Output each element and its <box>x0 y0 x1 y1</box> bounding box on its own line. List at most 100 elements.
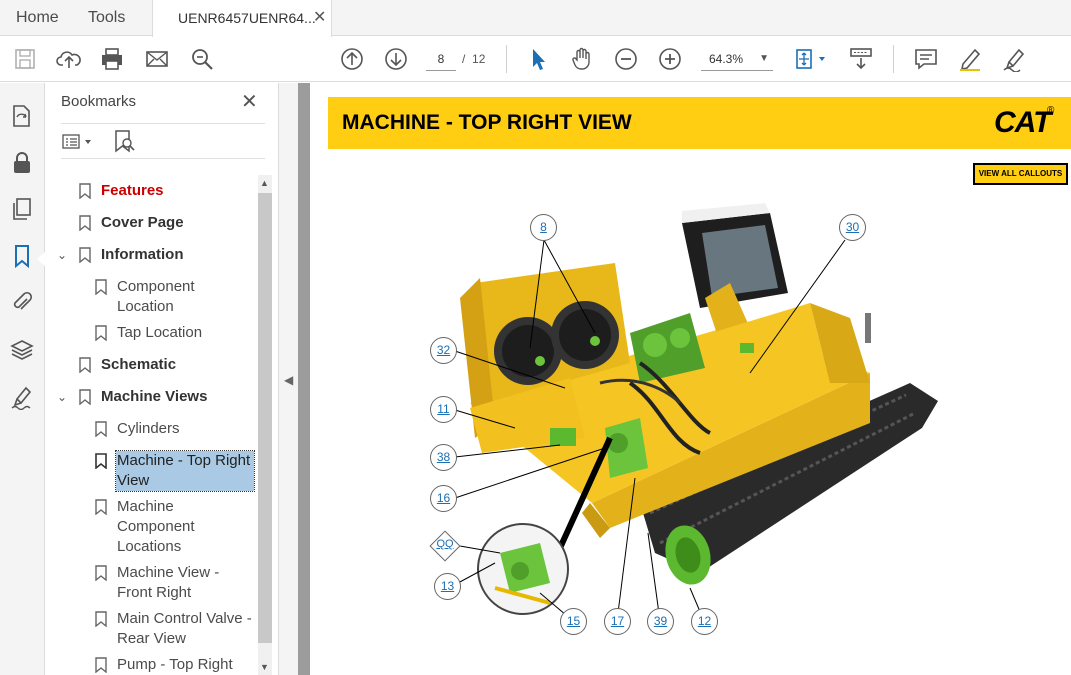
bookmark-label: Machine Component Locations <box>117 498 195 555</box>
previous-page-icon[interactable] <box>339 46 365 72</box>
toolbar-divider <box>893 45 894 73</box>
callout-38[interactable]: 38 <box>430 444 457 471</box>
fit-page-icon[interactable] <box>791 46 831 72</box>
bookmark-icon <box>79 183 91 199</box>
bookmark-icon <box>95 453 107 469</box>
next-page-icon[interactable] <box>383 46 409 72</box>
bookmark-main-control-valve-rear-view[interactable]: Main Control Valve - Rear View <box>91 609 257 651</box>
add-bookmark-icon[interactable] <box>111 128 137 154</box>
signatures-icon[interactable] <box>9 384 35 411</box>
chevron-down-icon[interactable]: ⌄ <box>57 245 67 265</box>
callout-11[interactable]: 11 <box>430 396 457 423</box>
bookmark-icon <box>95 499 107 515</box>
page-total: / 12 <box>462 52 486 66</box>
bookmark-cover-page[interactable]: Cover Page <box>75 213 255 235</box>
highlight-pen-icon[interactable] <box>957 46 983 72</box>
bookmark-icon <box>79 389 91 405</box>
bookmark-pump-top-right[interactable]: Pump - Top Right <box>91 655 257 675</box>
bookmark-icon <box>79 247 91 263</box>
callout-16[interactable]: 16 <box>430 485 457 512</box>
bookmark-label: Machine View - Front Right <box>117 564 220 601</box>
panel-splitter[interactable]: ◀ <box>278 83 298 675</box>
close-panel-icon[interactable]: ✕ <box>241 92 258 112</box>
bookmark-icon <box>95 565 107 581</box>
bookmark-machine-view-front-right[interactable]: Machine View - Front Right <box>91 563 251 605</box>
tab-bar: Home Tools UENR6457UENR64... ✕ <box>0 0 1071 37</box>
bookmark-component-location[interactable]: Component Location <box>91 277 251 319</box>
zoom-in-icon[interactable] <box>657 46 683 72</box>
side-icon-rail <box>0 83 46 675</box>
document-tab[interactable]: UENR6457UENR64... ✕ <box>152 0 332 37</box>
scroll-thumb[interactable] <box>258 193 272 643</box>
bookmark-label: Tap Location <box>117 324 203 341</box>
bookmark-icon <box>95 279 107 295</box>
chevron-down-icon: ▼ <box>759 53 769 64</box>
bookmark-label: Features <box>101 182 164 199</box>
zoom-out-icon[interactable] <box>613 46 639 72</box>
bookmark-icon[interactable] <box>9 243 35 269</box>
main-toolbar: 8 / 12 64.3% ▼ <box>0 37 1071 82</box>
save-icon[interactable] <box>12 46 38 72</box>
bookmark-machine-views[interactable]: ⌄ Machine Views <box>55 387 255 409</box>
bookmark-options-button[interactable] <box>61 130 97 154</box>
bookmark-icon <box>95 657 107 673</box>
scroll-up-icon[interactable]: ▲ <box>260 178 269 188</box>
paperclip-icon[interactable] <box>9 289 35 315</box>
bookmark-icon <box>95 421 107 437</box>
callout-12[interactable]: 12 <box>691 608 718 635</box>
callout-8[interactable]: 8 <box>530 214 557 241</box>
hand-tool-icon[interactable] <box>569 46 595 72</box>
scroll-mode-icon[interactable] <box>848 46 874 72</box>
bookmark-label: Cylinders <box>117 420 180 437</box>
lock-icon[interactable] <box>9 150 35 176</box>
callout-13[interactable]: 13 <box>434 573 461 600</box>
bookmark-tree: Features Cover Page ⌄ Information Compon… <box>45 175 258 675</box>
bookmark-label: Cover Page <box>101 214 184 231</box>
bookmark-icon <box>79 357 91 373</box>
callout-30[interactable]: 30 <box>839 214 866 241</box>
search-zoom-icon[interactable] <box>189 46 215 72</box>
callout-32[interactable]: 32 <box>430 337 457 364</box>
callout-17[interactable]: 17 <box>604 608 631 635</box>
pages-icon[interactable] <box>9 196 35 222</box>
callout-15[interactable]: 15 <box>560 608 587 635</box>
toolbar-divider <box>506 45 507 73</box>
bookmarks-panel: Bookmarks ✕ Features Cover Page ⌄ Inform… <box>45 83 278 675</box>
document-gutter <box>298 83 310 675</box>
scroll-down-icon[interactable]: ▼ <box>260 662 269 672</box>
menu-tools[interactable]: Tools <box>88 0 125 36</box>
bookmark-information[interactable]: ⌄ Information <box>55 245 255 267</box>
select-cursor-icon[interactable] <box>525 46 551 72</box>
callout-qq-label[interactable]: QQ <box>430 538 460 550</box>
bookmark-tap-location[interactable]: Tap Location <box>91 323 251 345</box>
bookmarks-scrollbar[interactable]: ▲ ▼ <box>258 175 272 675</box>
zoom-level-value: 64.3% <box>709 52 744 66</box>
bookmark-icon <box>79 215 91 231</box>
cloud-upload-icon[interactable] <box>56 46 82 72</box>
bookmark-cylinders[interactable]: Cylinders <box>91 419 251 441</box>
close-tab-icon[interactable]: ✕ <box>313 0 326 36</box>
bookmark-icon <box>95 325 107 341</box>
sign-pen-icon[interactable] <box>1001 46 1027 73</box>
print-icon[interactable] <box>99 46 125 72</box>
menu-home[interactable]: Home <box>16 0 59 36</box>
excavator-illustration <box>454 203 938 622</box>
layers-icon[interactable] <box>9 337 35 363</box>
page-thumbnails-icon[interactable] <box>9 103 35 129</box>
bookmark-icon <box>95 611 107 627</box>
comment-icon[interactable] <box>913 46 939 72</box>
pdf-reader-app: Home Tools UENR6457UENR64... ✕ 8 / 12 64… <box>0 0 1071 675</box>
zoom-level-select[interactable]: 64.3% ▼ <box>701 47 773 71</box>
bookmark-features[interactable]: Features <box>75 181 255 203</box>
bookmark-label: Schematic <box>101 356 177 373</box>
bookmark-machine-component-locations[interactable]: Machine Component Locations <box>91 497 251 559</box>
bookmark-machine-top-right-view[interactable]: Machine - Top Right View <box>91 449 257 492</box>
chevron-down-icon[interactable]: ⌄ <box>57 387 67 407</box>
bookmark-schematic[interactable]: Schematic <box>75 355 255 377</box>
page-number-input[interactable]: 8 <box>426 47 456 71</box>
callout-39[interactable]: 39 <box>647 608 674 635</box>
bookmark-label: Component Location <box>117 278 195 315</box>
collapse-panel-icon[interactable]: ◀ <box>284 373 293 387</box>
bookmark-label: Information <box>101 246 184 263</box>
email-icon[interactable] <box>144 46 170 72</box>
